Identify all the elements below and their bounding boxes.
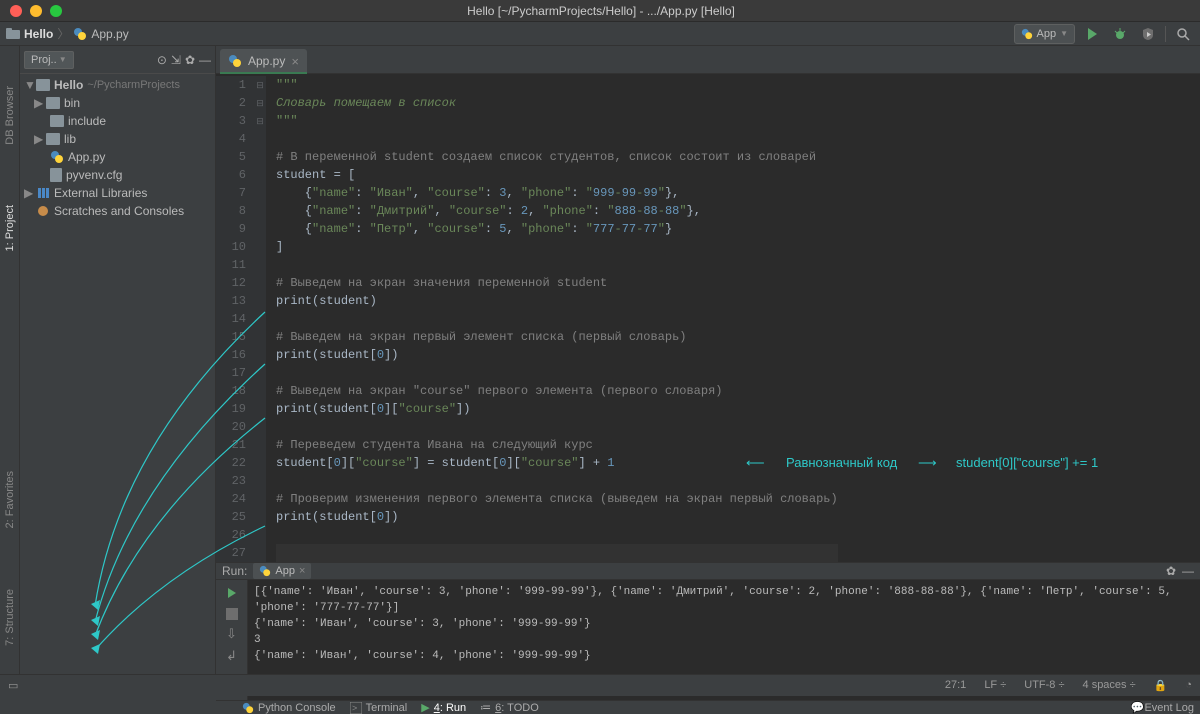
db-browser-tool-button[interactable]: DB Browser xyxy=(4,86,16,145)
search-everywhere-button[interactable] xyxy=(1172,23,1194,45)
project-folder-icon xyxy=(6,27,20,41)
annotation-arrow-left: ⟵ xyxy=(746,455,765,471)
run-tool-label: Run: xyxy=(222,564,247,578)
run-tool-button[interactable]: ▶4: Run xyxy=(421,701,466,714)
annotation-arrow-right: ⟶ xyxy=(918,455,937,471)
python-file-icon xyxy=(228,54,242,68)
favorites-tool-button[interactable]: 2: Favorites xyxy=(4,471,16,528)
run-settings-icon[interactable]: ✿ xyxy=(1166,564,1176,578)
run-config-name: App xyxy=(1037,28,1057,40)
project-panel: Proj..▼ ⊙ ⇲ ✿ — ▼ Hello ~/PycharmProject… xyxy=(20,46,216,674)
file-icon xyxy=(50,168,62,182)
hide-run-panel-icon[interactable]: — xyxy=(1182,564,1194,578)
breadcrumb-project: Hello xyxy=(24,27,53,41)
folder-icon xyxy=(50,115,64,127)
project-tool-button[interactable]: 1: Project xyxy=(4,205,16,251)
terminal-tool-button[interactable]: >Terminal xyxy=(350,701,408,714)
file-encoding[interactable]: UTF-8 ÷ xyxy=(1024,679,1064,692)
scroll-from-source-icon[interactable]: ⊙ xyxy=(157,53,167,67)
close-run-tab-button[interactable]: × xyxy=(299,565,305,577)
left-tool-rail: DB Browser 1: Project 2: Favorites 7: St… xyxy=(0,46,20,674)
caret-position[interactable]: 27:1 xyxy=(945,679,966,692)
tree-root[interactable]: ▼ Hello ~/PycharmProjects xyxy=(20,76,215,94)
run-button[interactable] xyxy=(1081,23,1103,45)
title-bar: Hello [~/PycharmProjects/Hello] - .../Ap… xyxy=(0,0,1200,22)
shield-play-icon xyxy=(1141,27,1155,41)
play-icon xyxy=(228,588,236,598)
editor-tab-bar: App.py × xyxy=(216,46,1200,74)
project-tree[interactable]: ▼ Hello ~/PycharmProjects ▶bin include ▶… xyxy=(20,74,215,222)
annotation-code: student[0]["course"] += 1 xyxy=(956,455,1098,470)
settings-icon[interactable]: ✿ xyxy=(185,53,195,67)
close-tab-button[interactable]: × xyxy=(291,54,299,69)
filter-button[interactable]: ⇩ xyxy=(226,626,237,642)
search-icon xyxy=(1176,27,1190,41)
folder-icon xyxy=(46,97,60,109)
hide-panel-icon[interactable]: — xyxy=(199,53,211,67)
zoom-window-button[interactable] xyxy=(50,5,62,17)
tree-external-libraries[interactable]: ▶External Libraries xyxy=(20,184,215,202)
project-view-selector[interactable]: Proj..▼ xyxy=(24,51,74,69)
rerun-button[interactable] xyxy=(223,584,241,602)
tree-folder-lib[interactable]: ▶lib xyxy=(20,130,215,148)
todo-tool-button[interactable]: ≔6: TODO xyxy=(480,701,539,714)
folder-icon xyxy=(46,133,60,145)
play-icon xyxy=(1088,28,1097,40)
readonly-toggle[interactable] xyxy=(1154,679,1168,692)
window-controls xyxy=(0,5,62,17)
breadcrumb-file: App.py xyxy=(91,27,128,41)
python-file-icon xyxy=(259,565,271,577)
tree-file-pyvenv[interactable]: pyvenv.cfg xyxy=(20,166,215,184)
navigation-bar: Hello 〉 App.py App ▼ xyxy=(0,22,1200,46)
python-console-tool-button[interactable]: Python Console xyxy=(242,701,336,714)
code-editor[interactable]: 1234567891011121314151617181920212223242… xyxy=(216,74,1200,562)
window-title: Hello [~/PycharmProjects/Hello] - .../Ap… xyxy=(62,4,1140,18)
line-separator[interactable]: LF ÷ xyxy=(984,679,1006,692)
run-coverage-button[interactable] xyxy=(1137,23,1159,45)
debug-button[interactable] xyxy=(1109,23,1131,45)
tree-folder-bin[interactable]: ▶bin xyxy=(20,94,215,112)
terminal-icon: > xyxy=(350,702,362,714)
tree-scratches[interactable]: ▶Scratches and Consoles xyxy=(20,202,215,220)
scratches-icon xyxy=(36,204,50,218)
bottom-tool-tabs: Python Console >Terminal ▶4: Run ≔6: TOD… xyxy=(216,700,1200,714)
todo-icon: ≔ xyxy=(480,701,491,714)
run-tab-app[interactable]: App × xyxy=(253,563,311,579)
event-log-icon: 💬 xyxy=(1131,702,1145,714)
editor-tab-app-py[interactable]: App.py × xyxy=(220,49,307,73)
svg-text:>: > xyxy=(352,703,357,713)
line-number-gutter: 1234567891011121314151617181920212223242… xyxy=(216,76,254,562)
indent-settings[interactable]: 4 spaces ÷ xyxy=(1083,679,1136,692)
tree-file-app-py[interactable]: App.py xyxy=(20,148,215,166)
fold-gutter: ⊟⊟⊟ xyxy=(254,76,266,562)
library-icon xyxy=(36,186,50,200)
run-configuration-selector[interactable]: App ▼ xyxy=(1014,24,1076,44)
stop-button[interactable] xyxy=(226,608,238,620)
python-file-icon xyxy=(50,150,64,164)
soft-wrap-button[interactable]: ↲ xyxy=(226,648,237,664)
event-log-tool-button[interactable]: 💬Event Log xyxy=(1131,701,1194,714)
annotation-label: Равнозначный код xyxy=(786,455,897,470)
close-window-button[interactable] xyxy=(10,5,22,17)
folder-icon xyxy=(36,79,50,91)
breadcrumb[interactable]: Hello 〉 App.py xyxy=(6,25,129,42)
minimize-window-button[interactable] xyxy=(30,5,42,17)
structure-tool-button[interactable]: 7: Structure xyxy=(4,589,16,646)
bug-icon xyxy=(1113,27,1127,41)
editor-area: App.py × 1234567891011121314151617181920… xyxy=(216,46,1200,562)
inspections-indicator[interactable]: ◔ xyxy=(1185,679,1192,692)
editor-tab-label: App.py xyxy=(248,54,285,68)
python-file-icon xyxy=(73,27,87,41)
status-bar: ▭ 27:1 LF ÷ UTF-8 ÷ 4 spaces ÷ ◔ xyxy=(0,674,1200,696)
python-icon xyxy=(242,702,254,714)
status-left[interactable]: ▭ xyxy=(8,679,18,692)
collapse-all-icon[interactable]: ⇲ xyxy=(171,53,181,67)
tree-folder-include[interactable]: include xyxy=(20,112,215,130)
